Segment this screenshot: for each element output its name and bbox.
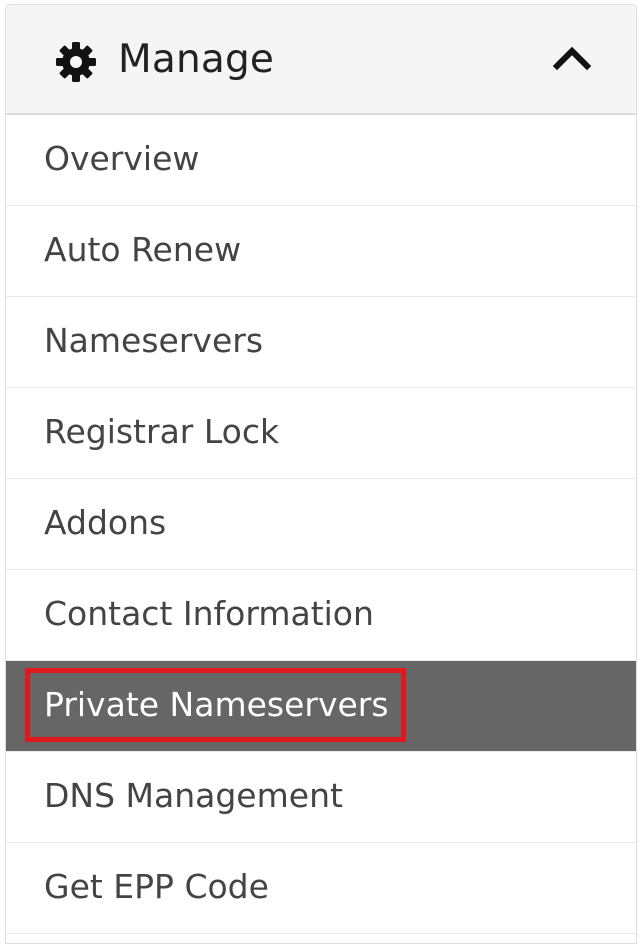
chevron-up-icon[interactable]: [552, 43, 592, 71]
menu-item-label: DNS Management: [44, 776, 343, 815]
menu-item-registrar-lock[interactable]: Registrar Lock: [6, 388, 636, 479]
menu-item-get-epp-code[interactable]: Get EPP Code: [6, 843, 636, 934]
menu-item-label: Addons: [44, 503, 167, 542]
menu-item-overview[interactable]: Overview: [6, 115, 636, 206]
menu-item-auto-renew[interactable]: Auto Renew: [6, 206, 636, 297]
menu-item-nameservers[interactable]: Nameservers: [6, 297, 636, 388]
menu-item-label: Auto Renew: [44, 230, 242, 269]
menu-item-contact-information[interactable]: Contact Information: [6, 570, 636, 661]
manage-panel-header[interactable]: Manage: [6, 5, 636, 115]
menu-item-dns-management[interactable]: DNS Management: [6, 752, 636, 843]
panel-title: Manage: [118, 37, 275, 82]
menu-item-label: Nameservers: [44, 321, 264, 360]
menu-item-label: Overview: [44, 139, 200, 178]
manage-panel: Manage Overview Auto Renew Nameservers R…: [5, 4, 637, 944]
gear-icon: [56, 42, 96, 82]
menu-item-private-nameservers[interactable]: Private Nameservers: [6, 661, 636, 752]
menu-item-addons[interactable]: Addons: [6, 479, 636, 570]
menu-item-label: Get EPP Code: [44, 867, 269, 906]
menu-item-label: Contact Information: [44, 594, 374, 633]
manage-menu: Overview Auto Renew Nameservers Registra…: [6, 115, 636, 934]
menu-item-label: Registrar Lock: [44, 412, 280, 451]
menu-item-label: Private Nameservers: [44, 685, 389, 724]
